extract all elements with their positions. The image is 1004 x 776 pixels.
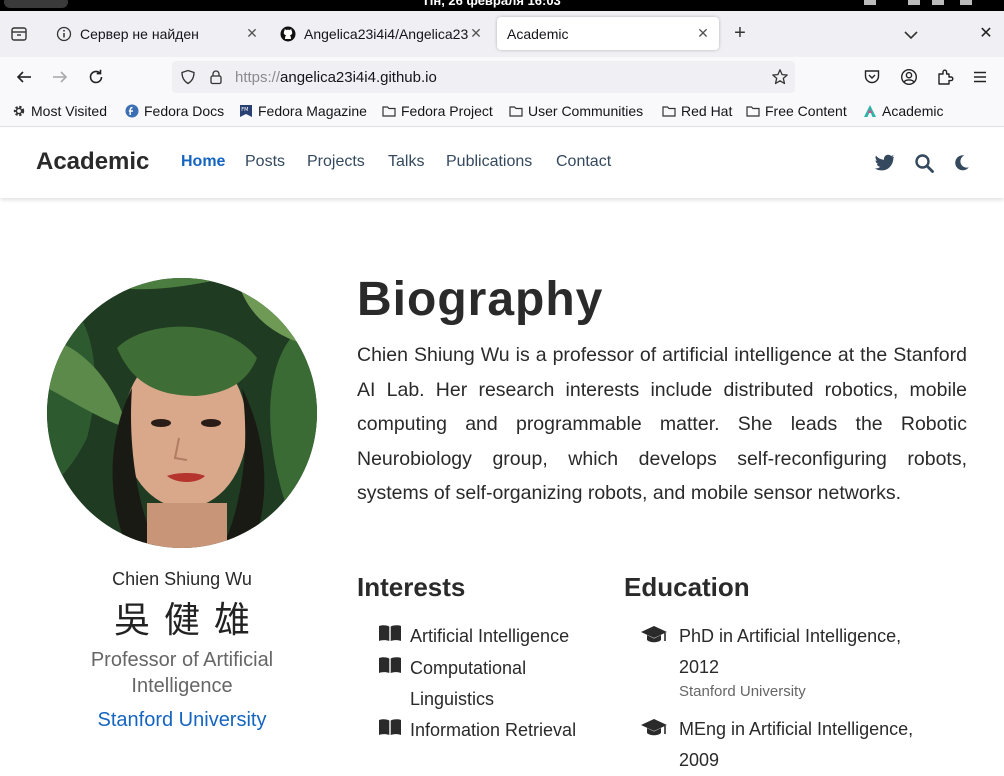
graduation-cap-icon [640, 621, 670, 701]
fedora-magazine-icon: FM [239, 104, 253, 118]
url-text[interactable]: https://angelica23i4i4.github.io [235, 69, 437, 86]
biography-text: Chien Shiung Wu is a professor of artifi… [357, 344, 967, 505]
book-icon [378, 653, 402, 715]
bookmark-label: Fedora Magazine [258, 103, 367, 119]
education-degree: PhD in Artificial Intelligence, 2012 [679, 626, 902, 677]
bookmark-fedora-project[interactable]: Fedora Project [382, 103, 493, 119]
list-item: Artificial Intelligence [378, 621, 608, 652]
tab-close-icon[interactable]: ✕ [244, 25, 260, 41]
folder-icon [662, 104, 676, 118]
bookmark-label: Most Visited [31, 103, 107, 119]
bookmark-academic[interactable]: Academic [863, 103, 943, 119]
bookmark-user-communities[interactable]: User Communities [509, 103, 643, 119]
url-scheme: https:// [235, 69, 281, 86]
account-icon[interactable] [897, 65, 921, 89]
bookmark-most-visited[interactable]: Most Visited [12, 103, 107, 119]
tab-groups-icon[interactable] [10, 25, 30, 45]
tab-title: Сервер не найден [80, 25, 199, 42]
list-item: PhD in Artificial Intelligence, 2012 Sta… [640, 621, 960, 701]
nav-projects[interactable]: Projects [307, 153, 365, 171]
tab-academic[interactable]: Academic ✕ [497, 17, 719, 50]
nav-contact[interactable]: Contact [556, 153, 611, 171]
education-degree: MEng in Artificial Intelligence, 2009 [679, 719, 914, 770]
chevron-down-icon[interactable] [901, 25, 921, 45]
interest-label: Computational Linguistics [410, 658, 527, 709]
pocket-icon[interactable] [860, 65, 884, 89]
system-clock[interactable]: Пн, 26 февраля 16:03 [424, 0, 561, 8]
bookmarks-toolbar: Most Visited Fedora Docs FM Fedora Magaz… [0, 97, 1004, 127]
interests-heading: Interests [357, 572, 466, 602]
graduation-cap-icon [640, 714, 670, 776]
tab-title: Academic [507, 25, 569, 42]
nav-publications[interactable]: Publications [446, 153, 532, 171]
interest-label: Information Retrieval [410, 720, 577, 740]
folder-icon [746, 104, 760, 118]
dark-mode-moon-icon[interactable] [950, 152, 972, 174]
navigation-toolbar: https://angelica23i4i4.github.io [0, 57, 1004, 97]
reload-icon[interactable] [84, 65, 108, 89]
list-item: Computational Linguistics [378, 653, 608, 715]
window-close-button[interactable]: ✕ [976, 23, 996, 43]
nav-talks[interactable]: Talks [388, 153, 424, 171]
url-host: angelica23i4i4.github.io [280, 69, 437, 86]
menu-icon[interactable] [968, 65, 992, 89]
bookmark-free-content[interactable]: Free Content [746, 103, 847, 119]
academic-icon [863, 104, 877, 118]
extensions-icon[interactable] [933, 65, 957, 89]
tab-bar: Сервер не найден ✕ Angelica23i4i4/Angeli… [0, 11, 1004, 57]
shield-icon[interactable] [180, 69, 196, 90]
github-icon [280, 26, 296, 42]
nav-home[interactable]: Home [181, 153, 225, 171]
list-item: MEng in Artificial Intelligence, 2009 [640, 714, 960, 776]
bookmark-label: Fedora Docs [144, 103, 225, 119]
bookmark-fedora-docs[interactable]: Fedora Docs [125, 103, 224, 119]
tab-title: Angelica23i4i4/Angelica23i4i4 [304, 25, 469, 42]
tab-close-icon[interactable]: ✕ [695, 25, 711, 41]
bookmark-label: Red Hat [681, 103, 733, 119]
search-icon[interactable] [913, 152, 935, 174]
twitter-icon[interactable] [874, 152, 896, 174]
gear-icon [12, 104, 26, 118]
avatar [47, 278, 317, 548]
bookmark-fedora-magazine[interactable]: FM Fedora Magazine [239, 103, 367, 119]
info-icon [56, 26, 72, 42]
svg-text:FM: FM [241, 107, 248, 113]
bookmark-label: Fedora Project [401, 103, 493, 119]
bookmark-label: User Communities [528, 103, 644, 119]
education-institution: Stanford University [679, 683, 806, 700]
fedora-icon [125, 104, 139, 118]
system-tray[interactable] [864, 0, 984, 11]
new-tab-button[interactable]: + [729, 23, 751, 45]
interest-label: Artificial Intelligence [410, 626, 570, 646]
folder-icon [382, 104, 396, 118]
activities-button[interactable] [4, 0, 68, 8]
tab-close-icon[interactable]: ✕ [468, 25, 484, 41]
list-item: Information Retrieval [378, 715, 608, 746]
star-icon[interactable] [771, 68, 789, 91]
address-bar[interactable]: https://angelica23i4i4.github.io [172, 61, 795, 93]
profile-name: Chien Shiung Wu [112, 569, 252, 589]
tab-server-not-found[interactable]: Сервер не найден ✕ [46, 17, 268, 50]
profile-role: Professor of Artificial Intelligence [90, 649, 274, 697]
book-icon [378, 621, 402, 652]
bookmark-label: Free Content [765, 103, 847, 119]
back-icon[interactable] [12, 65, 36, 89]
site-brand[interactable]: Academic [36, 148, 149, 176]
system-top-bar: Пн, 26 февраля 16:03 [0, 0, 1004, 11]
bookmark-label: Academic [882, 103, 944, 119]
lock-icon[interactable] [208, 69, 224, 90]
biography-heading: Biography [357, 273, 604, 326]
education-heading: Education [624, 572, 750, 602]
folder-icon [509, 104, 523, 118]
tab-github[interactable]: Angelica23i4i4/Angelica23i4i4 ✕ [270, 17, 492, 50]
profile-name-cjk: 吳健雄 [113, 600, 264, 641]
site-navbar: Academic Home Posts Projects Talks Publi… [0, 128, 1004, 198]
nav-posts[interactable]: Posts [245, 153, 285, 171]
book-icon [378, 715, 402, 746]
forward-icon[interactable] [48, 65, 72, 89]
bookmark-red-hat[interactable]: Red Hat [662, 103, 732, 119]
profile-organization-link[interactable]: Stanford University [47, 709, 317, 732]
